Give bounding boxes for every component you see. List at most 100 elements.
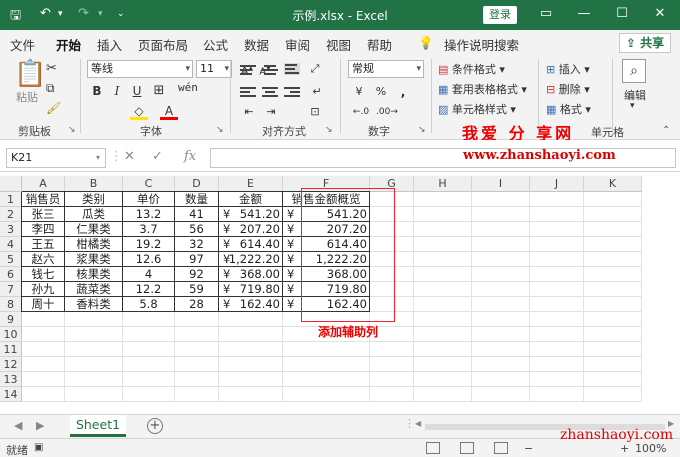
row-header[interactable]: 5 [0, 252, 22, 267]
cell[interactable] [414, 372, 472, 387]
cell[interactable] [414, 252, 472, 267]
cell[interactable] [584, 207, 642, 222]
ribbon-display-icon[interactable]: ▭ [536, 4, 556, 24]
delete-cells-button[interactable]: ⊟ 删除 ▾ [546, 81, 590, 97]
amount-cell[interactable]: ¥1,222.20 [219, 252, 283, 267]
cell[interactable] [22, 327, 65, 342]
cell[interactable] [22, 372, 65, 387]
tab-page-layout[interactable]: 页面布局 [138, 35, 188, 54]
amount-cell[interactable]: ¥719.80 [219, 282, 283, 297]
cell[interactable] [65, 342, 123, 357]
cell[interactable] [283, 387, 370, 402]
column-header[interactable]: A [22, 176, 65, 192]
sheet-tab-sheet1[interactable]: Sheet1 [70, 415, 126, 437]
insert-cells-button[interactable]: ⊞ 插入 ▾ [546, 61, 590, 77]
salesperson-cell[interactable]: 孙九 [22, 282, 65, 297]
price-cell[interactable]: 19.2 [123, 237, 175, 252]
cell[interactable] [472, 387, 530, 402]
page-break-view-icon[interactable] [494, 442, 508, 454]
cell[interactable] [414, 387, 472, 402]
normal-view-icon[interactable] [426, 442, 440, 454]
cell[interactable] [530, 222, 584, 237]
paste-label[interactable]: 粘贴 [16, 89, 38, 105]
cell[interactable] [283, 372, 370, 387]
cell[interactable] [22, 357, 65, 372]
minimize-icon[interactable]: — [574, 4, 594, 24]
price-cell[interactable]: 12.6 [123, 252, 175, 267]
cell[interactable] [414, 297, 472, 312]
cell[interactable] [584, 372, 642, 387]
cell[interactable] [283, 342, 370, 357]
cell[interactable] [175, 342, 219, 357]
align-center-icon[interactable] [262, 87, 278, 99]
underline-icon[interactable]: U [128, 82, 146, 100]
add-sheet-button[interactable]: + [147, 418, 163, 434]
cell[interactable] [472, 312, 530, 327]
cell[interactable] [530, 372, 584, 387]
cell[interactable] [584, 312, 642, 327]
cell[interactable] [414, 357, 472, 372]
tab-home[interactable]: 开始 [56, 35, 82, 59]
cell[interactable] [584, 297, 642, 312]
cell[interactable] [414, 222, 472, 237]
name-box[interactable]: K21 [6, 148, 106, 168]
row-header[interactable]: 14 [0, 387, 22, 402]
chevron-down-icon[interactable]: ▾ [630, 101, 635, 111]
page-layout-view-icon[interactable] [460, 442, 474, 454]
cell[interactable] [472, 342, 530, 357]
cell[interactable] [530, 252, 584, 267]
percent-icon[interactable]: % [372, 83, 390, 101]
cell[interactable] [472, 282, 530, 297]
column-header[interactable]: B [65, 176, 123, 192]
cell[interactable] [65, 327, 123, 342]
cell[interactable] [123, 327, 175, 342]
column-header[interactable]: E [219, 176, 283, 192]
cell[interactable] [584, 237, 642, 252]
table-header-cell[interactable]: 销售员 [22, 192, 65, 207]
amount-cell[interactable]: ¥162.40 [219, 297, 283, 312]
insert-function-icon[interactable]: fx [184, 149, 196, 164]
decrease-indent-icon[interactable]: ⇤ [240, 103, 258, 121]
tab-file[interactable]: 文件 [10, 35, 35, 54]
category-cell[interactable]: 核果类 [65, 267, 123, 282]
row-header[interactable]: 10 [0, 327, 22, 342]
share-button[interactable]: ⇪ 共享 [619, 33, 671, 53]
format-cells-button[interactable]: ▦ 格式 ▾ [546, 101, 591, 117]
tab-help[interactable]: 帮助 [367, 35, 392, 54]
amount-cell[interactable]: ¥541.20 [219, 207, 283, 222]
tab-data[interactable]: 数据 [244, 35, 269, 54]
category-cell[interactable]: 仁果类 [65, 222, 123, 237]
cell[interactable] [472, 267, 530, 282]
column-header[interactable]: H [414, 176, 472, 192]
align-bottom-icon[interactable] [284, 63, 300, 75]
row-header[interactable]: 12 [0, 357, 22, 372]
salesperson-cell[interactable]: 张三 [22, 207, 65, 222]
cancel-icon[interactable]: ✕ [124, 149, 135, 164]
quantity-cell[interactable]: 59 [175, 282, 219, 297]
cell[interactable] [65, 357, 123, 372]
accounting-format-icon[interactable]: ¥ [350, 83, 368, 101]
cell[interactable] [175, 387, 219, 402]
cell[interactable] [472, 252, 530, 267]
category-cell[interactable]: 瓜类 [65, 207, 123, 222]
cell[interactable] [22, 312, 65, 327]
collapse-ribbon-icon[interactable]: ⌃ [662, 125, 670, 136]
table-header-cell[interactable]: 金额 [219, 192, 283, 207]
cell[interactable] [123, 312, 175, 327]
font-launcher-icon[interactable]: ↘ [216, 125, 224, 135]
name-box-dropdown-icon[interactable]: ▾ [96, 153, 100, 162]
comma-style-icon[interactable]: , [394, 83, 412, 101]
macro-icon[interactable]: ▣ [34, 442, 43, 453]
cell[interactable] [530, 327, 584, 342]
cell[interactable] [530, 282, 584, 297]
cell[interactable] [414, 312, 472, 327]
category-cell[interactable]: 浆果类 [65, 252, 123, 267]
column-header[interactable]: K [584, 176, 642, 192]
cell[interactable] [584, 282, 642, 297]
fill-color-icon[interactable]: ◇ [130, 102, 148, 120]
cell[interactable] [530, 297, 584, 312]
quantity-cell[interactable]: 28 [175, 297, 219, 312]
align-left-icon[interactable] [240, 87, 256, 99]
orientation-icon[interactable]: ⤢ [306, 60, 324, 78]
row-header[interactable]: 4 [0, 237, 22, 252]
